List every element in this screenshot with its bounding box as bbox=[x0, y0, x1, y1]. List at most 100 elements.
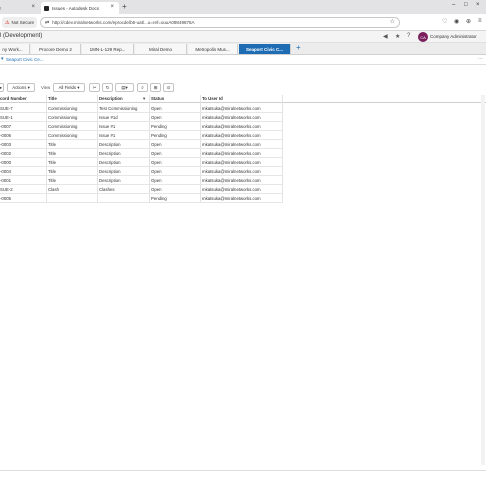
tab-metropolis-mus[interactable]: Metropolis Mus... bbox=[188, 44, 238, 54]
favorite-star-icon[interactable]: ★ bbox=[395, 33, 400, 40]
announce-icon[interactable]: ◀ bbox=[383, 33, 388, 40]
history-button[interactable]: ⊙ bbox=[163, 83, 174, 92]
cell-title: Title bbox=[48, 169, 56, 174]
cell-record-number: SUE-7 bbox=[0, 106, 13, 111]
cell-title: Title bbox=[48, 151, 56, 156]
close-window-icon[interactable]: × bbox=[476, 2, 480, 8]
extensions-icon[interactable]: ⊕ bbox=[466, 18, 471, 25]
column-header-description[interactable]: Description bbox=[99, 96, 123, 101]
pocket-icon[interactable]: ♡ bbox=[442, 18, 447, 25]
cell-status: Open bbox=[151, 106, 162, 111]
actions-label: Actions bbox=[12, 85, 27, 90]
column-header-status[interactable]: Status bbox=[151, 96, 164, 101]
url-bar[interactable]: ⇄ http://cdev.miralnetworks.com/eprocde/… bbox=[40, 17, 400, 28]
view-value: All Fields bbox=[58, 85, 77, 90]
url-text: http://cdev.miralnetworks.com/eprocde/b5… bbox=[52, 20, 195, 25]
bookmark-star-icon[interactable]: ☆ bbox=[390, 18, 395, 25]
cell-description: Clashes bbox=[99, 187, 115, 192]
grid-scrollbar[interactable] bbox=[481, 95, 485, 465]
cell-title: Clash bbox=[48, 187, 59, 192]
cell-to-user-id: mkatsuka@miralnetworks.com bbox=[202, 115, 261, 120]
cell-to-user-id: mkatsuka@miralnetworks.com bbox=[202, 178, 261, 183]
cell-to-user-id: mkatsuka@miralnetworks.com bbox=[202, 169, 261, 174]
cell-record-number: -0005 bbox=[0, 196, 11, 201]
tab-label: ar bbox=[0, 6, 1, 11]
cell-to-user-id: mkatsuka@miralnetworks.com bbox=[202, 133, 261, 138]
more-options-icon[interactable]: ⋯ bbox=[478, 56, 483, 62]
row-divider bbox=[0, 157, 282, 158]
tab-miral-demo[interactable]: Miral Demo bbox=[135, 44, 187, 54]
cell-record-number: -0007 bbox=[0, 124, 11, 129]
row-divider bbox=[0, 202, 282, 203]
tab-procore-demo-2[interactable]: Procore Demo 2 bbox=[31, 44, 81, 54]
refresh-button[interactable]: ↻ bbox=[102, 83, 113, 92]
help-icon[interactable]: ? bbox=[407, 33, 410, 39]
chevron-down-icon: ▾ bbox=[27, 84, 30, 90]
cell-description: Test Commissioning bbox=[99, 106, 138, 111]
account-icon[interactable]: ◉ bbox=[454, 18, 459, 25]
app-title: l (Development) bbox=[0, 33, 43, 39]
cell-status: Pending bbox=[151, 124, 167, 129]
browser-tab-inactive[interactable]: ar × bbox=[0, 2, 40, 14]
chevron-down-icon[interactable]: ▾ bbox=[1, 56, 4, 62]
cell-status: Open bbox=[151, 187, 162, 192]
cell-description: Description bbox=[99, 160, 121, 165]
cell-title: Commissioning bbox=[48, 106, 78, 111]
view-label: View bbox=[41, 85, 51, 90]
cell-status: Open bbox=[151, 160, 162, 165]
cell-to-user-id: mkatsuka@miralnetworks.com bbox=[202, 106, 261, 111]
row-divider bbox=[0, 193, 282, 194]
menu-icon[interactable]: ≡ bbox=[478, 18, 482, 24]
filter-button[interactable]: ⊞ bbox=[150, 83, 161, 92]
security-indicator[interactable]: ⚠ Not Secure bbox=[2, 17, 37, 28]
cell-description: Issue #1 bbox=[99, 133, 116, 138]
cell-title: Commissioning bbox=[48, 133, 78, 138]
app-header: l (Development) ◀ ★ ? CA Company Adminis… bbox=[0, 31, 486, 43]
actions-dropdown[interactable]: Actions ▾ bbox=[7, 83, 35, 92]
page-info-icon: ⇄ bbox=[45, 19, 50, 26]
expand-button[interactable]: ▸ bbox=[0, 83, 4, 92]
breadcrumb-project[interactable]: Seaport Civic Ce... bbox=[6, 57, 44, 62]
view-select[interactable]: All Fields ▾ bbox=[53, 83, 85, 92]
avatar[interactable]: CA bbox=[418, 32, 428, 42]
sort-desc-icon[interactable]: ▾ bbox=[143, 96, 145, 102]
tab-label: Issues - Autodesk Docs bbox=[52, 5, 100, 11]
autodesk-favicon-icon bbox=[44, 5, 49, 11]
add-tab-icon[interactable]: + bbox=[296, 43, 301, 52]
column-header-record-number[interactable]: cord Number bbox=[0, 96, 27, 101]
cell-status: Open bbox=[151, 151, 162, 156]
close-tab-icon[interactable]: × bbox=[31, 4, 35, 10]
export-button[interactable]: ▤▾ bbox=[115, 83, 134, 92]
tab-company-work[interactable]: ny Work... bbox=[0, 44, 30, 54]
grid-header-row: cord Number Title Description ▾ Status T… bbox=[0, 95, 486, 103]
cell-description: Description bbox=[99, 142, 121, 147]
cell-record-number: SUE-2 bbox=[0, 187, 13, 192]
cell-description: Issue #1d bbox=[99, 115, 118, 120]
tab-seaport-civic[interactable]: Seaport Civic C... bbox=[239, 44, 291, 54]
browser-tab-active[interactable]: Issues - Autodesk Docs × bbox=[41, 2, 119, 14]
cell-record-number: -0004 bbox=[0, 169, 11, 174]
cell-record-number: SUE-1 bbox=[0, 115, 13, 120]
search-button[interactable]: ⌕ bbox=[137, 83, 148, 92]
cell-status: Open bbox=[151, 178, 162, 183]
new-tab-button[interactable]: + bbox=[122, 2, 127, 11]
cell-description: Issue #1 bbox=[99, 124, 116, 129]
minimize-icon[interactable]: – bbox=[452, 2, 455, 8]
warning-icon: ⚠ bbox=[5, 19, 10, 26]
cell-record-number: -0003 bbox=[0, 142, 11, 147]
column-header-to-user-id[interactable]: To User Id bbox=[202, 96, 223, 101]
history-icon: ⊙ bbox=[166, 84, 171, 90]
cell-status: Pending bbox=[151, 196, 167, 201]
cell-to-user-id: mkatsuka@miralnetworks.com bbox=[202, 196, 261, 201]
close-tab-icon[interactable]: × bbox=[110, 4, 114, 10]
row-divider bbox=[0, 148, 282, 149]
column-header-title[interactable]: Title bbox=[48, 96, 57, 101]
cell-to-user-id: mkatsuka@miralnetworks.com bbox=[202, 160, 261, 165]
maximize-icon[interactable]: □ bbox=[464, 2, 468, 8]
user-name[interactable]: Company Administrator bbox=[430, 34, 477, 39]
cut-button[interactable]: ✂ bbox=[89, 83, 100, 92]
cell-title: Commissioning bbox=[48, 115, 78, 120]
search-icon: ⌕ bbox=[141, 85, 144, 90]
tab-1mn-l-129[interactable]: 1MN-L-129 Rep... bbox=[82, 44, 134, 54]
cell-status: Open bbox=[151, 169, 162, 174]
